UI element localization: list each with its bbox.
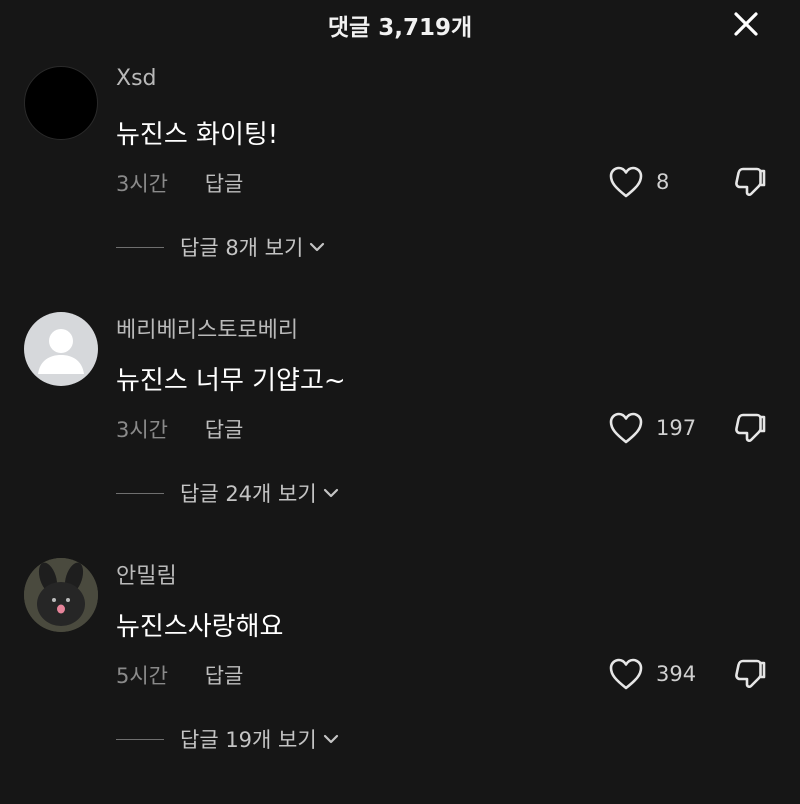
comment-time: 3시간 [116, 418, 169, 442]
reply-button[interactable]: 답글 [205, 168, 244, 198]
divider-line [116, 492, 164, 494]
comments-header: 댓글 3,719개 [0, 0, 800, 48]
user-avatar[interactable] [24, 312, 98, 386]
dislike-button[interactable] [732, 656, 768, 692]
view-replies-button[interactable]: 답글 19개 보기 [116, 724, 341, 754]
dislike-button[interactable] [732, 164, 768, 200]
comment-meta: 5시간 답글 [116, 660, 243, 690]
view-replies-button[interactable]: 답글 24개 보기 [116, 478, 341, 508]
heart-icon [609, 658, 643, 690]
comment-text: 뉴진스 화이팅! [116, 120, 279, 150]
thumbs-down-icon [735, 167, 766, 197]
chevron-down-icon [310, 242, 325, 252]
comment-text: 뉴진스 너무 기얍고~ [116, 366, 346, 396]
like-count: 197 [656, 416, 697, 440]
comments-count-title: 댓글 3,719개 [327, 15, 473, 41]
view-replies-label: 답글 19개 보기 [180, 728, 317, 752]
heart-icon [609, 412, 643, 444]
close-icon [734, 12, 758, 36]
comment-time: 3시간 [116, 172, 169, 196]
thumbs-down-icon [735, 413, 766, 443]
like-count: 394 [656, 662, 697, 686]
view-replies-button[interactable]: 답글 8개 보기 [116, 232, 327, 262]
like-button[interactable]: 8 [608, 164, 669, 200]
thumbs-down-icon [735, 659, 766, 689]
default-person-icon [38, 329, 84, 374]
reply-button[interactable]: 답글 [205, 414, 244, 444]
comment-username[interactable]: 안밀림 [116, 558, 177, 590]
close-button[interactable] [730, 8, 762, 40]
chevron-down-icon [323, 734, 338, 744]
heart-icon [609, 166, 643, 198]
comment-username[interactable]: Xsd [116, 66, 157, 91]
view-replies-label: 답글 8개 보기 [180, 236, 304, 260]
like-button[interactable]: 197 [608, 410, 696, 446]
like-button[interactable]: 394 [608, 656, 696, 692]
comment-text: 뉴진스사랑해요 [116, 612, 284, 642]
divider-line [116, 738, 164, 740]
comment-meta: 3시간 답글 [116, 168, 243, 198]
comment-item: Xsd 뉴진스 화이팅! 3시간 답글 8 답글 8개 보기 [0, 66, 800, 312]
dislike-button[interactable] [732, 410, 768, 446]
reply-button[interactable]: 답글 [205, 660, 244, 690]
view-replies-label: 답글 24개 보기 [180, 482, 317, 506]
comment-meta: 3시간 답글 [116, 414, 243, 444]
user-avatar[interactable] [24, 66, 98, 140]
plush-toy-image [24, 558, 98, 632]
comment-time: 5시간 [116, 664, 169, 688]
divider-line [116, 246, 164, 248]
chevron-down-icon [323, 488, 338, 498]
comment-item: 안밀림 뉴진스사랑해요 5시간 답글 394 답글 19개 보기 [0, 558, 800, 804]
comment-item: 베리베리스토로베리 뉴진스 너무 기얍고~ 3시간 답글 197 답글 24개 … [0, 312, 800, 558]
comment-username[interactable]: 베리베리스토로베리 [116, 312, 298, 344]
like-count: 8 [656, 170, 670, 194]
user-avatar[interactable] [24, 558, 98, 632]
